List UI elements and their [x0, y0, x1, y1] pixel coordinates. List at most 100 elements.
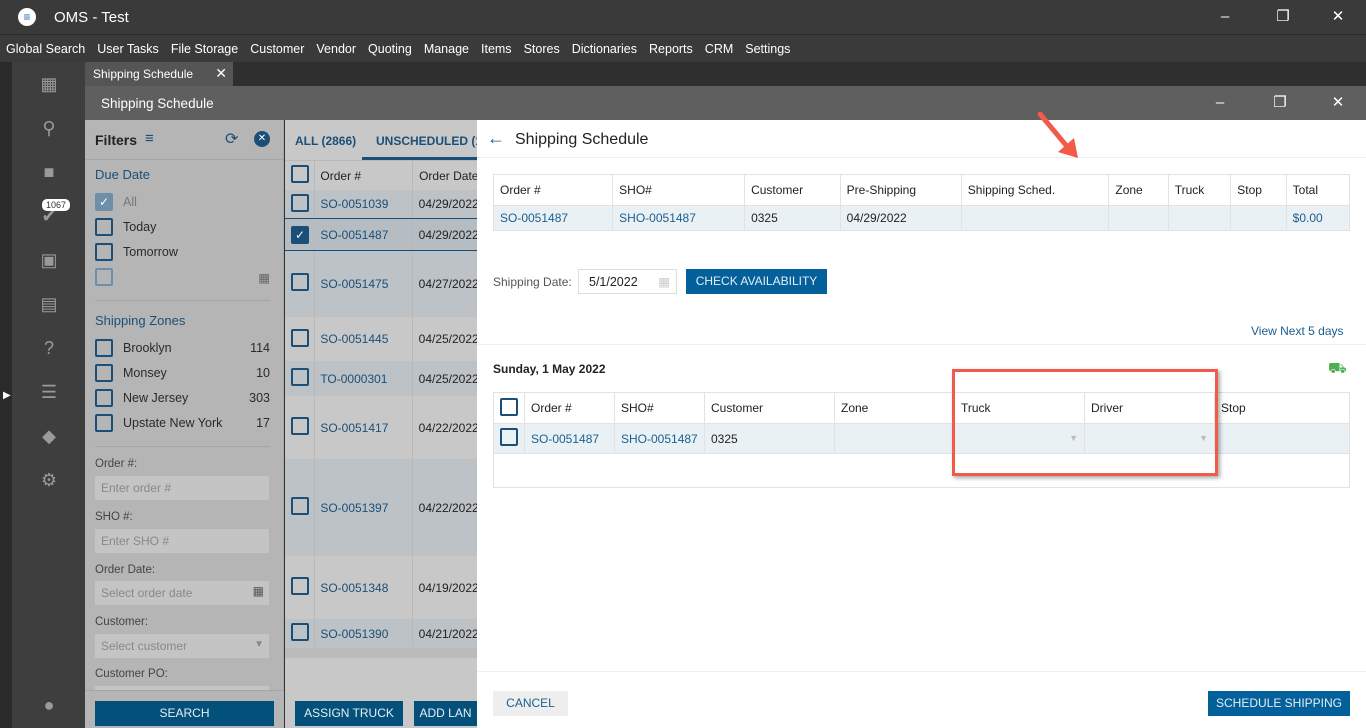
- row-checkbox[interactable]: [291, 623, 309, 641]
- schedule-shipping-button[interactable]: SCHEDULE SHIPPING: [1208, 691, 1350, 716]
- menu-item[interactable]: User Tasks: [97, 42, 159, 56]
- menu-item[interactable]: Customer: [250, 42, 304, 56]
- day-cell[interactable]: SHO-0051487: [614, 423, 705, 454]
- check-availability-button[interactable]: CHECK AVAILABILITY: [686, 269, 827, 294]
- order-link[interactable]: SO-0051487: [314, 219, 411, 250]
- menu-item[interactable]: Vendor: [316, 42, 356, 56]
- order-link[interactable]: SO-0051039: [314, 191, 411, 217]
- due-custom[interactable]: ▦: [95, 268, 270, 286]
- menu-item[interactable]: Reports: [649, 42, 693, 56]
- tab-unscheduled[interactable]: UNSCHEDULED (1: [376, 134, 482, 148]
- select-all-checkbox[interactable]: [500, 397, 518, 416]
- order-link[interactable]: SO-0051475: [314, 251, 411, 316]
- order-input[interactable]: Enter order #: [95, 476, 269, 500]
- order-date-label: Order Date:: [95, 564, 156, 576]
- row-checkbox[interactable]: [291, 577, 309, 595]
- window-restore-button[interactable]: ❐: [1265, 92, 1295, 114]
- row-checkbox[interactable]: ✓: [291, 225, 309, 244]
- view-next-5-days-link[interactable]: View Next 5 days: [1251, 324, 1344, 338]
- menu-item[interactable]: Dictionaries: [572, 42, 637, 56]
- due-today[interactable]: Today: [95, 218, 270, 236]
- order-link[interactable]: SO-0051445: [314, 317, 411, 361]
- list-row[interactable]: SO-0051397 04/22/2022: [285, 460, 477, 556]
- add-lane-button[interactable]: ADD LAN: [414, 701, 477, 726]
- contact-icon[interactable]: ▣: [36, 249, 62, 271]
- menu-item[interactable]: Global Search: [6, 42, 85, 56]
- summary-col-header: Zone: [1108, 174, 1169, 206]
- tab-label: Shipping Schedule: [93, 67, 194, 81]
- menu-item[interactable]: Manage: [424, 42, 469, 56]
- order-link[interactable]: TO-0000301: [314, 362, 411, 395]
- clear-filters-icon[interactable]: ✕: [254, 131, 270, 147]
- horizontal-scrollbar[interactable]: [285, 648, 477, 658]
- window-close-button[interactable]: ✕: [1323, 92, 1353, 114]
- user-icon[interactable]: ●: [36, 694, 62, 716]
- folder-icon[interactable]: ■: [36, 161, 62, 183]
- due-all[interactable]: ✓ All: [95, 193, 270, 211]
- menu-item[interactable]: File Storage: [171, 42, 238, 56]
- assign-truck-button[interactable]: ASSIGN TRUCK: [295, 701, 403, 726]
- row-checkbox[interactable]: [291, 417, 309, 435]
- search-button[interactable]: SEARCH: [95, 701, 274, 726]
- list-row[interactable]: SO-0051390 04/21/2022: [285, 620, 477, 648]
- search-icon[interactable]: ⚲: [36, 117, 62, 139]
- gear-icon[interactable]: ⚙: [36, 469, 62, 491]
- row-checkbox[interactable]: [291, 193, 309, 212]
- order-link[interactable]: SO-0051348: [314, 556, 411, 619]
- shipping-date-input[interactable]: 5/1/2022 ▦: [578, 269, 677, 294]
- menu-item[interactable]: Quoting: [368, 42, 412, 56]
- menu-item[interactable]: Stores: [524, 42, 560, 56]
- menu-item[interactable]: Items: [481, 42, 512, 56]
- due-tomorrow[interactable]: Tomorrow: [95, 243, 270, 261]
- row-checkbox[interactable]: [291, 497, 309, 515]
- row-checkbox[interactable]: [291, 368, 309, 386]
- summary-cell: 04/29/2022: [839, 205, 962, 231]
- close-button[interactable]: ✕: [1323, 6, 1353, 28]
- tab-all[interactable]: ALL (2866): [295, 134, 356, 148]
- menu-item[interactable]: Settings: [745, 42, 790, 56]
- list-row[interactable]: ✓ SO-0051487 04/29/2022: [285, 218, 477, 251]
- summary-cell[interactable]: SHO-0051487: [612, 205, 746, 231]
- day-col-header: Customer: [704, 392, 835, 424]
- order-link[interactable]: SO-0051390: [314, 620, 411, 647]
- tag-icon[interactable]: ◆: [36, 425, 62, 447]
- tab-close-icon[interactable]: ✕: [215, 65, 227, 82]
- clipboard-icon[interactable]: ☰: [36, 381, 62, 403]
- zone-brooklyn[interactable]: Brooklyn 114: [95, 339, 270, 357]
- order-link[interactable]: SO-0051397: [314, 460, 411, 555]
- list-row[interactable]: TO-0000301 04/25/2022: [285, 362, 477, 396]
- select-all-checkbox[interactable]: [291, 165, 309, 183]
- row-checkbox[interactable]: [291, 328, 309, 347]
- minimize-button[interactable]: –: [1210, 6, 1240, 28]
- menu-item[interactable]: CRM: [705, 42, 733, 56]
- order-link[interactable]: SO-0051417: [314, 396, 411, 459]
- zone-new-jersey[interactable]: New Jersey 303: [95, 389, 270, 407]
- collapse-strip[interactable]: ▶: [0, 62, 12, 728]
- day-cell[interactable]: SO-0051487: [524, 423, 615, 454]
- back-arrow-icon[interactable]: ←: [487, 128, 505, 149]
- restore-button[interactable]: ❐: [1268, 6, 1298, 28]
- list-row[interactable]: SO-0051475 04/27/2022: [285, 251, 477, 317]
- zone-upstate-new-york[interactable]: Upstate New York 17: [95, 414, 270, 432]
- dashboard-icon[interactable]: ▦: [36, 73, 62, 95]
- order-date-input[interactable]: Select order date ▦: [95, 581, 269, 605]
- list-row[interactable]: SO-0051445 04/25/2022: [285, 317, 477, 362]
- list-row[interactable]: SO-0051417 04/22/2022: [285, 396, 477, 460]
- row-checkbox[interactable]: [291, 273, 309, 291]
- cancel-button[interactable]: CANCEL: [493, 691, 568, 716]
- list-row[interactable]: SO-0051348 04/19/2022: [285, 556, 477, 620]
- window-minimize-button[interactable]: –: [1205, 92, 1235, 114]
- tab-shipping-schedule[interactable]: Shipping Schedule ✕: [85, 62, 233, 86]
- store-icon[interactable]: ▤: [36, 293, 62, 315]
- expand-arrow-icon[interactable]: ▶: [3, 390, 11, 401]
- summary-cell[interactable]: SO-0051487: [492, 205, 614, 231]
- day-col-header: Zone: [834, 392, 955, 424]
- question-clipboard-icon[interactable]: ?: [36, 337, 62, 359]
- zone-monsey[interactable]: Monsey 10: [95, 364, 270, 382]
- customer-select[interactable]: Select customer ▼: [95, 634, 269, 658]
- refresh-icon[interactable]: ⟳: [225, 129, 238, 149]
- summary-cell: [1230, 205, 1287, 231]
- sho-input[interactable]: Enter SHO #: [95, 529, 269, 553]
- list-row[interactable]: SO-0051039 04/29/2022: [285, 191, 477, 218]
- row-checkbox[interactable]: [500, 428, 518, 446]
